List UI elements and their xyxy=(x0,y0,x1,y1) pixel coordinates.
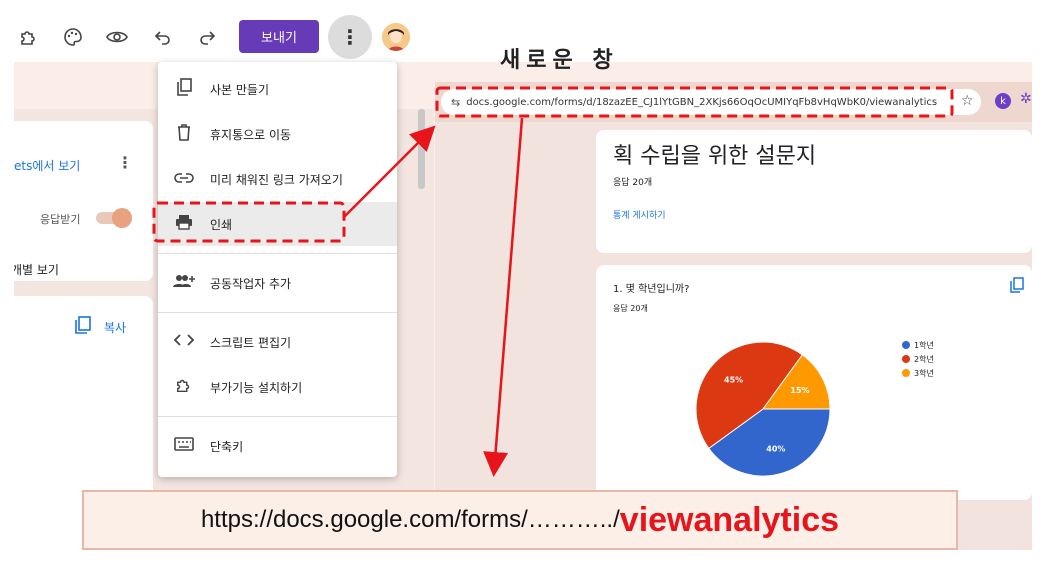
menu-item-prefilled-link[interactable]: 미리 채워진 링크 가져오기 xyxy=(158,157,397,201)
menu-item-label: 휴지통으로 이동 xyxy=(210,127,292,142)
menu-item-label: 스크립트 편집기 xyxy=(210,335,292,350)
pie-slice-label: 45% xyxy=(724,376,743,385)
card-more-icon[interactable]: ⋮ xyxy=(117,153,133,172)
banner-url-prefix: https://docs.google.com/forms/………../ xyxy=(200,506,620,533)
copy-link[interactable]: 복사 xyxy=(104,319,126,336)
pie-slice-label: 40% xyxy=(766,445,785,454)
menu-item-print[interactable]: 인쇄 xyxy=(158,202,397,246)
form-title: 획 수립을 위한 설문지 xyxy=(613,144,817,169)
analytics-window: ⇆ docs.google.com/forms/d/18zazEE_CJ1lYt… xyxy=(435,82,1032,550)
responses-settings-card: ets에서 보기 ⋮ 응답받기 개별 보기 xyxy=(14,121,153,281)
banner-url-suffix: viewanalytics xyxy=(619,500,840,539)
scrollbar[interactable] xyxy=(418,109,425,189)
publish-analytics-link[interactable]: 통계 게시하기 xyxy=(613,208,666,221)
menu-item-keyboard-shortcuts[interactable]: 단축키 xyxy=(158,424,397,468)
link-icon xyxy=(158,169,210,189)
legend-swatch xyxy=(902,341,910,349)
legend-swatch xyxy=(902,369,910,377)
menu-divider xyxy=(158,416,397,417)
puzzle-icon[interactable] xyxy=(16,24,42,50)
keyboard-icon xyxy=(158,436,210,456)
url-text: docs.google.com/forms/d/18zazEE_CJ1lYtGB… xyxy=(466,96,938,108)
redo-icon[interactable] xyxy=(194,24,220,50)
menu-item-script-editor[interactable]: 스크립트 편집기 xyxy=(158,320,397,364)
menu-item-label: 인쇄 xyxy=(210,217,233,232)
pie-slice-label: 15% xyxy=(790,386,809,395)
menu-divider xyxy=(158,312,397,313)
menu-item-label: 사본 만들기 xyxy=(210,82,270,97)
menu-item-label: 부가기능 설치하기 xyxy=(210,380,303,395)
accept-responses-label: 응답받기 xyxy=(40,213,81,226)
printer-icon xyxy=(158,214,210,235)
response-count: 응답 20개 xyxy=(613,178,653,188)
avatar[interactable] xyxy=(382,23,410,51)
extension-icon[interactable]: k xyxy=(995,93,1011,109)
more-options-menu: 사본 만들기 휴지통으로 이동 미리 채워진 링크 가져오기 인쇄 공동작업자 … xyxy=(158,62,397,477)
menu-item-label: 미리 채워진 링크 가져오기 xyxy=(210,172,343,187)
menu-item-make-copy[interactable]: 사본 만들기 xyxy=(158,67,397,111)
more-options-button[interactable]: ⋮ xyxy=(328,15,372,59)
menu-divider xyxy=(158,253,397,254)
legend-label: 1학년 xyxy=(914,340,934,350)
browser-url-bar: ⇆ docs.google.com/forms/d/18zazEE_CJ1lYt… xyxy=(435,82,1032,122)
legend-label: 3학년 xyxy=(914,368,934,378)
pie-chart: 40% 45% 15% 1학년 2학년 3학년 xyxy=(695,340,934,477)
address-field[interactable]: ⇆ docs.google.com/forms/d/18zazEE_CJ1lYt… xyxy=(441,89,981,115)
url-explanation-banner: https://docs.google.com/forms/………../ vie… xyxy=(82,490,958,550)
toggle-knob xyxy=(112,208,132,228)
add-people-icon xyxy=(158,273,210,293)
legend-label: 2학년 xyxy=(914,354,934,364)
puzzle-icon xyxy=(158,376,210,399)
menu-item-move-to-trash[interactable]: 휴지통으로 이동 xyxy=(158,112,397,156)
menu-item-label: 공동작업자 추가 xyxy=(210,276,292,291)
menu-item-label: 단축키 xyxy=(210,439,244,454)
new-window-caption: 새로운 창 xyxy=(500,48,619,73)
eye-icon[interactable] xyxy=(104,24,130,50)
question-card: 1. 몇 학년입니까? 응답 20개 40% 45% 15% 1학년 2학년 3학년 xyxy=(596,265,1032,500)
undo-icon[interactable] xyxy=(150,24,176,50)
trash-icon xyxy=(158,123,210,146)
bookmark-star-icon[interactable]: ☆ xyxy=(961,93,974,109)
code-icon xyxy=(158,332,210,352)
site-info-icon[interactable]: ⇆ xyxy=(451,96,460,109)
extension-puzzle-icon[interactable]: ✲ xyxy=(1020,91,1032,107)
individual-view-label[interactable]: 개별 보기 xyxy=(14,261,59,278)
copy-icon xyxy=(158,77,210,101)
legend-swatch xyxy=(902,355,910,363)
menu-item-install-addons[interactable]: 부가기능 설치하기 xyxy=(158,365,397,409)
menu-item-add-collaborators[interactable]: 공동작업자 추가 xyxy=(158,261,397,305)
send-button[interactable]: 보내기 xyxy=(239,20,319,53)
palette-icon[interactable] xyxy=(60,24,86,50)
view-in-sheets-link[interactable]: ets에서 보기 xyxy=(14,157,80,174)
screenshot-frame: 보내기 ⋮ ets에서 보기 ⋮ 응답받기 개별 보기 복사 사본 만들기 휴지… xyxy=(14,14,1032,550)
copy-icon[interactable] xyxy=(74,316,92,338)
summary-card: 획 수립을 위한 설문지 응답 20개 통계 게시하기 xyxy=(596,130,1032,253)
